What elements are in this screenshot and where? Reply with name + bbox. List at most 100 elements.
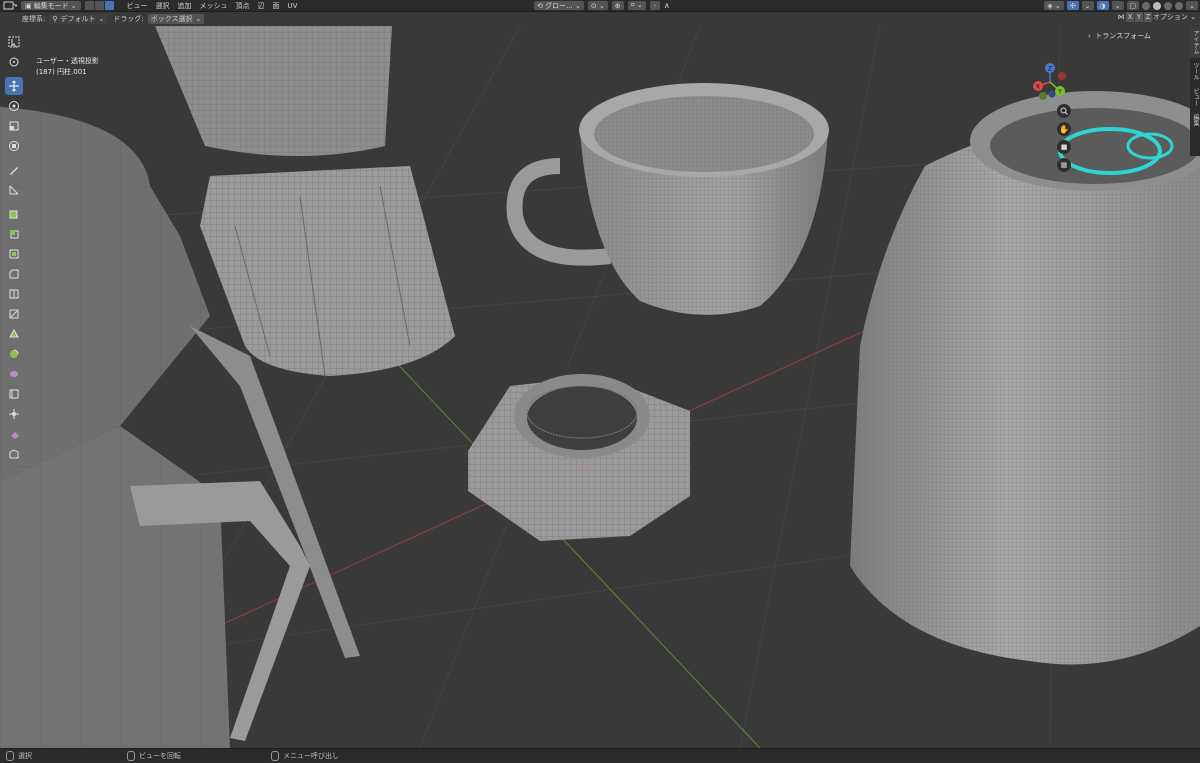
mirror-axes: ⋈ X Y Z [1117,12,1152,22]
menu-edge[interactable]: 辺 [254,1,269,11]
transform-icon[interactable] [5,137,23,155]
annotate-icon[interactable] [5,161,23,179]
status-rotate-label: ビューを回転 [139,752,181,760]
status-bar: 選択 ビューを回転 メニュー呼び出し [0,748,1200,763]
add-cube-icon[interactable] [5,205,23,223]
wireframe-shading-icon[interactable] [1142,1,1151,10]
menu-uv[interactable]: UV [284,2,302,10]
snap-target-select[interactable]: ⌗ ⌄ [627,1,646,10]
extrude-icon[interactable] [5,225,23,243]
visibility-select[interactable]: ◈ ⌄ [1044,1,1064,10]
pivot-select[interactable]: ⊙ ⌄ [587,1,608,10]
shear-icon[interactable] [5,425,23,443]
tab-edit[interactable]: 編集 [1190,110,1200,130]
mouse-middle-icon [127,751,135,761]
measure-icon[interactable] [5,181,23,199]
tab-view[interactable]: ビュー [1190,84,1200,110]
snap-toggle[interactable]: ⊕ [611,1,624,10]
menu-select[interactable]: 選択 [152,1,174,11]
tab-tool[interactable]: ツール [1190,58,1200,84]
poly-build-icon[interactable] [5,325,23,343]
spin-icon[interactable] [5,345,23,363]
material-shading-icon[interactable] [1164,1,1173,10]
tool-header: 座標系: ⚲ デフォルト ⌄ ドラッグ: ボックス選択 ⌄ ⋈ X Y Z オプ… [0,12,1200,25]
overlay-menu[interactable]: ⌄ [1111,1,1124,10]
edge-select-icon[interactable] [94,1,104,10]
cup-object [506,83,829,315]
orientation-icon: ⚲ [52,14,58,23]
orientation-select[interactable]: ⚲ デフォルト ⌄ [49,13,108,24]
snap-target-icon: ⌗ ⌄ [630,1,643,9]
drag-select[interactable]: ボックス選択 ⌄ [147,13,205,24]
chevron-down-icon: ⌄ [1084,1,1091,10]
zoom-icon[interactable] [1057,104,1071,118]
chevron-down-icon: ⌄ [98,14,105,23]
transform-orientation-select[interactable]: ⟲ グロー... ⌄ [534,1,584,10]
edge-slide-icon[interactable] [5,385,23,403]
status-rotate: ビューを回転 [127,751,181,761]
overlay-toggle[interactable]: ◑ [1096,1,1109,10]
loop-cut-icon[interactable] [5,285,23,303]
menu-mesh[interactable]: メッシュ [196,1,232,11]
menu-view[interactable]: ビュー [123,1,152,11]
options-menu[interactable]: オプション ⌄ [1153,12,1196,22]
inset-icon[interactable] [5,245,23,263]
transform-panel-header[interactable]: › トランスフォーム [1088,31,1151,41]
shrink-fatten-icon[interactable] [5,405,23,423]
y-label: Y [1057,89,1062,96]
knife-icon[interactable] [5,305,23,323]
pivot-icon: ⊙ ⌄ [590,1,605,10]
face-select-icon[interactable] [104,1,114,10]
menu-bar: ビュー 選択 追加 メッシュ 頂点 辺 面 UV [123,0,302,11]
mode-label: 編集モード [33,1,69,10]
grid-icon[interactable]: ▦ [1057,158,1071,172]
edit-mode-icon: ▣ [25,1,32,10]
move-icon[interactable] [5,77,23,95]
chevron-down-icon: ⌄ [70,1,77,10]
chevron-down-icon: ⌄ [1189,1,1195,10]
cursor-icon[interactable] [5,53,23,71]
menu-vertex[interactable]: 頂点 [232,1,254,11]
mirror-y-toggle[interactable]: Y [1135,12,1143,22]
editor-type-button[interactable] [3,0,17,11]
tab-item[interactable]: アイテム [1190,26,1200,58]
gizmo-toggle[interactable]: ✣ [1066,1,1079,10]
menu-face[interactable]: 面 [269,1,284,11]
mirror-x-toggle[interactable]: X [1126,12,1134,22]
status-menu-label: メニュー呼び出し [283,752,339,760]
orientation-label: 座標系: [22,14,46,23]
object-info: (187) 円柱.001 [36,68,87,76]
gizmo-menu[interactable]: ⌄ [1081,1,1094,10]
falloff-select[interactable]: ∧ [664,0,670,11]
select-box-icon[interactable] [5,33,23,51]
3d-viewport[interactable]: ユーザー・透視投影 (187) 円柱.001 Z X Y ✋ ■ ▦ [0,26,1200,748]
bevel-icon[interactable] [5,265,23,283]
overlay-icon: ◑ [1099,1,1106,10]
orientation-value: グロー... [545,1,573,10]
mode-select[interactable]: ▣ 編集モード ⌄ [21,1,81,10]
rotate-icon[interactable] [5,97,23,115]
mouse-right-icon [271,751,279,761]
xray-toggle[interactable]: ▢ [1126,1,1140,10]
rip-icon[interactable] [5,445,23,463]
mirror-z-toggle[interactable]: Z [1144,12,1152,22]
orientation-icon: ⟲ [537,1,546,10]
chevron-right-icon: › [1088,32,1094,40]
navigation-gizmo[interactable]: Z X Y [1030,62,1070,102]
shading-menu[interactable]: ⌄ [1186,1,1198,10]
scale-icon[interactable] [5,117,23,135]
smooth-icon[interactable] [5,365,23,383]
camera-icon[interactable]: ■ [1057,140,1071,154]
sidebar-tabs: アイテム ツール ビュー 編集 [1190,26,1200,156]
rendered-shading-icon[interactable] [1175,1,1184,10]
menu-add[interactable]: 追加 [174,1,196,11]
transform-controls: ⟲ グロー... ⌄ ⊙ ⌄ ⊕ ⌗ ⌄ ◦ ∧ [534,0,670,11]
pan-hand-icon[interactable]: ✋ [1057,122,1071,136]
status-select: 選択 [6,751,32,761]
proportional-icon: ◦ [652,1,657,10]
select-mode-toggle[interactable] [84,1,115,10]
vertex-select-icon[interactable] [84,1,94,10]
proportional-toggle[interactable]: ◦ [649,1,660,10]
status-select-label: 選択 [18,752,32,760]
solid-shading-icon[interactable] [1153,1,1162,10]
